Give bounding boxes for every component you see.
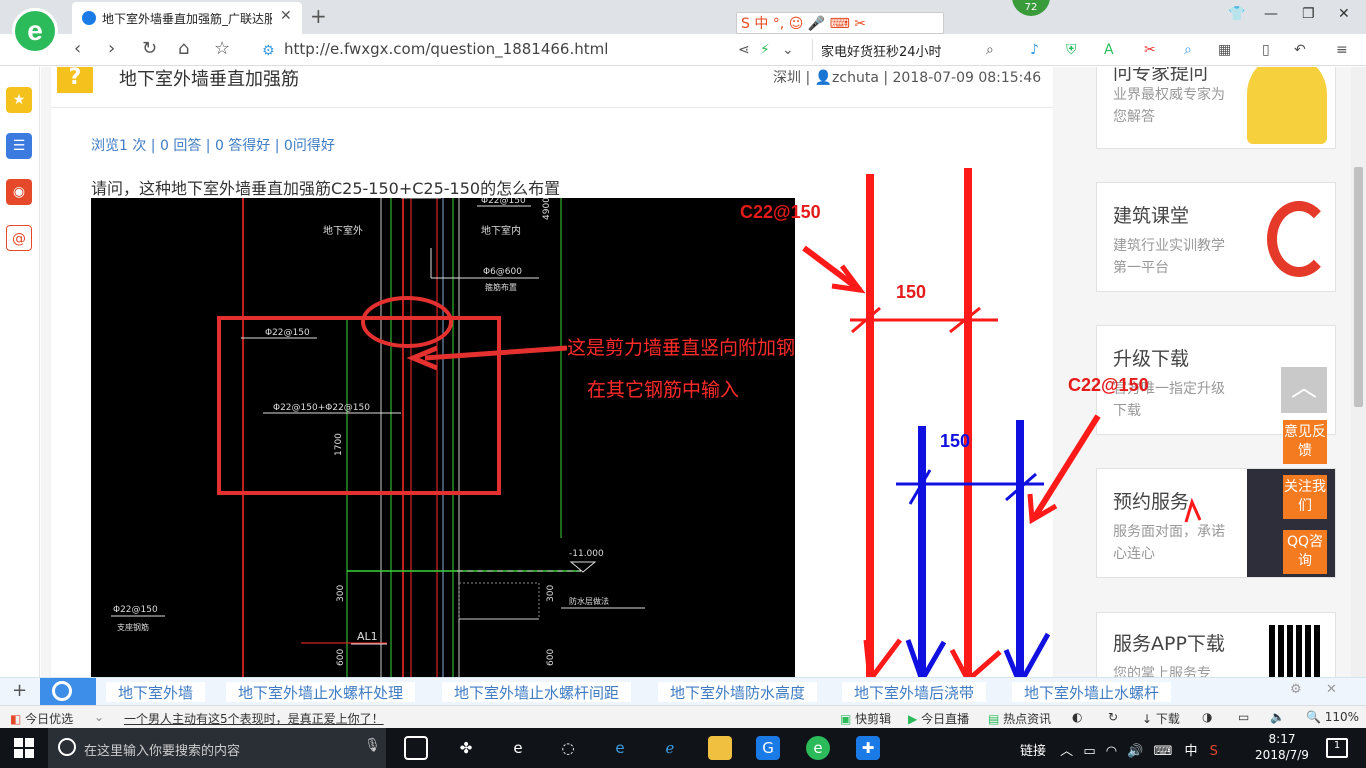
speed-icon[interactable]: ◐ [1072,710,1082,724]
download-label: 下载 [1155,712,1180,726]
clock-time: 8:17 [1268,732,1296,746]
file-explorer-icon[interactable] [708,736,732,760]
scrollbar-thumb[interactable] [1354,167,1363,407]
browser-e-app-icon[interactable]: e [506,736,530,760]
sketch-blue-label: C22@150 [1068,375,1149,395]
pinwheel-app-icon[interactable]: ✤ [454,736,478,760]
system-tray: 链接 ︿ ▭ ◠ 🔊 ⌨ 中 S [1020,740,1218,759]
close-related-icon[interactable]: ✕ [1326,682,1337,697]
add-icon[interactable]: + [12,680,27,701]
refresh-icon[interactable]: ↻ [1108,710,1118,724]
sketch-overlay: C22@150 150 150 C22@150 [740,168,1202,690]
volume-icon[interactable]: 🔊 [1127,744,1143,759]
chevron-down-icon[interactable]: ⌄ [94,710,104,724]
related-search-bar: + 地下室外墙 地下室外墙止水螺杆处理 地下室外墙止水螺杆间距 地下室外墙防水高… [0,677,1366,705]
cortana-icon [58,738,76,756]
related-link[interactable]: 地下室外墙止水螺杆处理 [226,682,416,702]
chevron-up-icon[interactable]: ︿ [1060,744,1073,759]
microphone-icon[interactable]: 🎙 [364,738,381,753]
settings-icon[interactable]: ⚙ [1290,682,1302,697]
tray-links-label[interactable]: 链接 [1020,744,1046,759]
hot-news-label: 热点资讯 [1003,712,1052,726]
live-button[interactable]: ▶ 今日直播 [908,710,969,727]
live-label: 今日直播 [921,712,970,726]
related-link[interactable]: 地下室外墙止水螺杆间距 [442,682,632,702]
notification-icon[interactable]: 1 [1326,738,1348,758]
windows-taskbar: 在这里输入你要搜索的内容 🎙 ✤ e ◌ e ℯ G e ✚ 链接 ︿ ▭ ◠ … [0,728,1366,768]
battery-icon[interactable]: ▭ [1083,744,1095,759]
window-icon[interactable]: ▭ [1238,710,1249,724]
wifi-icon[interactable]: ◠ [1106,744,1117,759]
mute-icon[interactable]: 🔈 [1270,710,1285,724]
clock[interactable]: 8:17 2018/7/9 [1242,731,1322,763]
taskbar-search-input[interactable]: 在这里输入你要搜索的内容 🎙 [48,728,386,768]
sync-icon[interactable]: ◑ [1202,710,1212,724]
task-view-icon[interactable] [404,736,428,760]
download-button[interactable]: ↓ 下载 [1142,710,1180,727]
related-link[interactable]: 地下室外墙后浇带 [842,682,987,702]
news-link[interactable]: 一个男人主动有这5个表现时，是真正爱上你了！ [124,710,384,727]
clock-date: 2018/7/9 [1255,748,1309,762]
related-link[interactable]: 地下室外墙止水螺杆 [1012,682,1172,702]
taskbar-search-placeholder: 在这里输入你要搜索的内容 [84,744,241,759]
browser-logo-icon[interactable]: e [12,8,58,54]
hot-news[interactable]: ▤ 热点资讯 [988,710,1051,727]
page-scrollbar[interactable] [1351,67,1366,677]
sketch-red-label: C22@150 [740,202,821,222]
sogou-icon[interactable]: S [1210,744,1218,759]
today-picks[interactable]: ◧ 今日优选 [10,710,73,727]
browser-status-bar: ◧ 今日优选 ⌄ 一个男人主动有这5个表现时，是真正爱上你了！ ▣ 快剪辑 ▶ … [0,705,1366,728]
keyboard-icon[interactable]: ⌨ [1154,744,1173,759]
browser-active-icon[interactable]: e [806,736,830,760]
quick-edit-label: 快剪辑 [855,712,892,726]
swirl-app-icon[interactable]: ◌ [556,736,580,760]
windows-start-icon[interactable] [14,738,34,758]
cross-app-icon[interactable]: ✚ [856,736,880,760]
zoom-value: 110% [1324,710,1360,724]
today-picks-label: 今日优选 [25,712,74,726]
related-search-icon[interactable] [40,678,96,705]
zoom-level[interactable]: 🔍 110% [1306,710,1359,724]
related-link[interactable]: 地下室外墙防水高度 [658,682,818,702]
ime-indicator[interactable]: 中 [1184,744,1197,759]
sketch-blue-spacing: 150 [940,431,970,451]
related-link[interactable]: 地下室外墙 [106,682,206,702]
sketch-red-spacing: 150 [896,282,926,302]
ie-icon[interactable]: ℯ [658,736,682,760]
quick-edit[interactable]: ▣ 快剪辑 [840,710,891,727]
glodon-app-icon[interactable]: G [756,736,780,760]
edge-icon[interactable]: e [608,736,632,760]
